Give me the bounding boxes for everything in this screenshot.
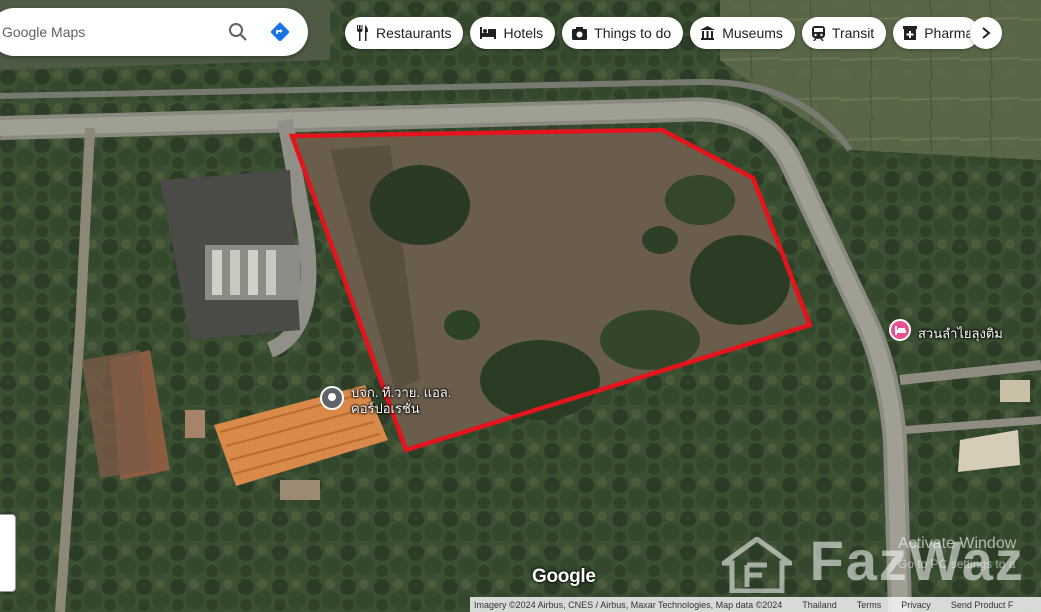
house-logo-icon: [716, 536, 798, 594]
chip-things-to-do[interactable]: Things to do: [562, 17, 684, 49]
satellite-map[interactable]: [0, 0, 1041, 612]
camera-icon: [572, 26, 588, 40]
train-icon: [811, 25, 825, 41]
chevron-right-icon: [982, 27, 991, 39]
pin-dot-icon: [328, 393, 336, 401]
pegman-control[interactable]: [0, 514, 16, 592]
chip-restaurants[interactable]: Restaurants: [345, 17, 464, 49]
attribution-bar: Imagery ©2024 Airbus, CNES / Airbus, Max…: [470, 597, 1041, 612]
pharmacy-icon: [903, 26, 918, 40]
category-chips: Restaurants Hotels Things to do Museums …: [345, 17, 980, 49]
chip-hotels-label: Hotels: [503, 25, 544, 41]
imagery-credit: Imagery ©2024 Airbus, CNES / Airbus, Max…: [474, 599, 783, 610]
windows-activation-hint: Go to PC settings to a: [898, 557, 1016, 571]
directions-icon[interactable]: [262, 14, 298, 50]
fork-knife-icon: [355, 25, 369, 41]
privacy-link[interactable]: Privacy: [901, 600, 931, 610]
chip-museums[interactable]: Museums: [690, 17, 795, 49]
windows-activation-title: Activate Window: [898, 535, 1017, 552]
search-input[interactable]: Google Maps: [2, 24, 220, 40]
search-box[interactable]: Google Maps: [0, 8, 308, 56]
feedback-link[interactable]: Send Product F: [951, 600, 1014, 610]
terms-link[interactable]: Terms: [857, 600, 882, 610]
garden-label[interactable]: สวนลำไยลุงติม: [918, 323, 1003, 344]
bed-icon: [894, 325, 906, 335]
chip-things-to-do-label: Things to do: [594, 25, 672, 41]
search-icon[interactable]: [220, 14, 256, 50]
chip-pharmacies[interactable]: Pharmacies: [893, 17, 980, 49]
google-logo: Google: [532, 566, 596, 587]
chip-transit[interactable]: Transit: [801, 17, 887, 49]
museum-icon: [700, 26, 716, 40]
company-label-line2: คอร์ปอเรชั่น: [351, 401, 420, 416]
chip-restaurants-label: Restaurants: [376, 25, 452, 41]
garden-marker[interactable]: [889, 319, 911, 341]
company-label[interactable]: บจก. ที.วาย. แอล. คอร์ปอเรชั่น: [351, 385, 451, 417]
region-label: Thailand: [802, 599, 837, 610]
company-marker[interactable]: [320, 386, 344, 410]
chips-next-button[interactable]: [970, 17, 1002, 49]
chip-hotels[interactable]: Hotels: [470, 17, 556, 49]
bed-icon: [480, 27, 497, 39]
company-label-line1: บจก. ที.วาย. แอล.: [351, 385, 452, 400]
chip-transit-label: Transit: [831, 25, 875, 41]
chip-museums-label: Museums: [722, 25, 783, 41]
